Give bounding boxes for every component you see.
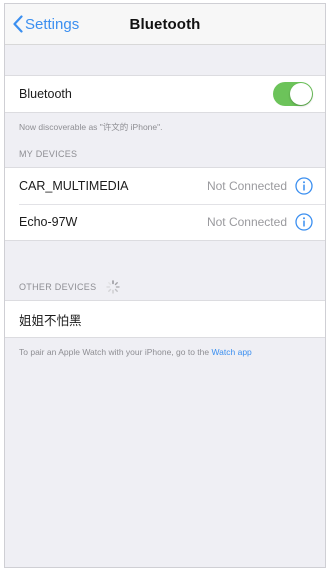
watch-app-link[interactable]: Watch app (211, 347, 251, 357)
navigation-bar: Settings Bluetooth (5, 4, 325, 45)
bluetooth-toggle-group: Bluetooth (5, 75, 325, 113)
footer-text: To pair an Apple Watch with your iPhone,… (19, 347, 212, 357)
my-devices-header: MY DEVICES (19, 149, 77, 159)
settings-screen: Settings Bluetooth Bluetooth Now discove… (4, 3, 326, 568)
other-devices-header: OTHER DEVICES (19, 280, 121, 294)
discoverable-caption: Now discoverable as "许文的 iPhone". (19, 122, 163, 132)
my-devices-header-label: MY DEVICES (19, 149, 78, 159)
my-devices-list: CAR_MULTIMEDIA Not Connected Echo-97W No… (5, 167, 325, 241)
other-devices-list: 姐姐不怕黑 (5, 300, 325, 338)
device-row-other[interactable]: 姐姐不怕黑 (5, 301, 325, 337)
page-title: Bluetooth (129, 16, 201, 33)
device-row-echo-97w[interactable]: Echo-97W Not Connected (5, 204, 325, 240)
device-name: Echo-97W (19, 215, 78, 229)
device-status: Not Connected (206, 179, 287, 193)
toggle-knob (290, 83, 312, 105)
bluetooth-row: Bluetooth (5, 76, 325, 112)
bluetooth-toggle[interactable] (273, 82, 313, 106)
device-name: 姐姐不怕黑 (19, 313, 82, 328)
loading-spinner-icon (106, 280, 121, 294)
bluetooth-label: Bluetooth (19, 87, 72, 101)
other-devices-header-label: OTHER DEVICES (19, 282, 97, 292)
device-row-car-multimedia[interactable]: CAR_MULTIMEDIA Not Connected (5, 168, 325, 204)
info-icon[interactable] (295, 177, 313, 195)
device-status: Not Connected (206, 215, 287, 229)
device-name: CAR_MULTIMEDIA (19, 179, 129, 193)
apple-watch-pairing-note: To pair an Apple Watch with your iPhone,… (19, 346, 311, 358)
info-icon[interactable] (295, 213, 313, 231)
